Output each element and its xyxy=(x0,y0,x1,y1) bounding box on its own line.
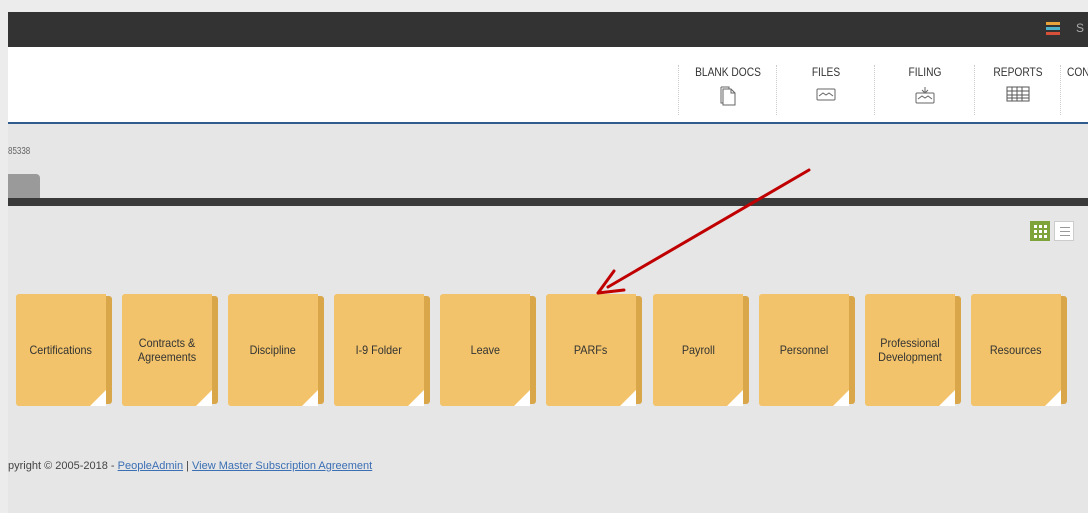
footer: pyright © 2005-2018 - PeopleAdmin | View… xyxy=(8,460,372,472)
folder-payroll[interactable]: Payroll xyxy=(653,294,749,408)
user-menu[interactable]: S xyxy=(1076,21,1084,35)
nav-label: FILING xyxy=(908,65,942,79)
nav-blank-docs[interactable]: BLANK DOCS xyxy=(678,65,777,115)
folder-label: Leave xyxy=(470,343,500,357)
folder-label: PARFs xyxy=(574,343,608,357)
nav-label: REPORTS xyxy=(993,65,1043,79)
subscription-agreement-link[interactable]: View Master Subscription Agreement xyxy=(192,460,372,472)
nav-label: FILES xyxy=(811,65,841,79)
nav-reports[interactable]: REPORTS xyxy=(974,65,1061,115)
folder-label: Payroll xyxy=(681,343,715,357)
content-area: 85338 Certifications Contracts & Agreeme… xyxy=(8,124,1088,513)
divider xyxy=(8,198,1088,206)
folder-i9[interactable]: I-9 Folder xyxy=(334,294,430,408)
nav-con[interactable]: CON xyxy=(1060,65,1088,115)
folder-label: Resources xyxy=(990,343,1042,357)
folder-discipline[interactable]: Discipline xyxy=(228,294,324,408)
nav-files[interactable]: FILES xyxy=(776,65,875,115)
copyright-text: pyright © 2005-2018 - xyxy=(8,460,118,472)
folder-resources[interactable]: Resources xyxy=(971,294,1067,408)
folder-label: Discipline xyxy=(249,343,297,357)
folder-professional-development[interactable]: Professional Development xyxy=(865,294,961,408)
top-bar: S xyxy=(8,12,1088,47)
folder-label: Personnel xyxy=(779,343,829,357)
folder-contracts-agreements[interactable]: Contracts & Agreements xyxy=(122,294,218,408)
list-view-toggle[interactable] xyxy=(1054,221,1074,241)
record-id: 85338 xyxy=(8,146,31,157)
folder-label: Certifications xyxy=(29,343,93,357)
folder-label: Professional Development xyxy=(878,336,942,364)
nav-label: BLANK DOCS xyxy=(695,65,761,79)
folder-label: Contracts & Agreements xyxy=(137,336,197,364)
hamburger-menu-icon[interactable] xyxy=(1046,22,1060,36)
tab-stub[interactable] xyxy=(8,174,40,198)
nav-label: CON xyxy=(1067,65,1088,79)
folder-certifications[interactable]: Certifications xyxy=(16,294,112,408)
document-icon xyxy=(720,86,736,106)
folder-parfs[interactable]: PARFs xyxy=(546,294,642,408)
folder-label: I-9 Folder xyxy=(355,343,403,357)
peopleadmin-link[interactable]: PeopleAdmin xyxy=(118,460,183,472)
footer-separator: | xyxy=(183,460,193,472)
filing-tray-icon xyxy=(915,87,935,104)
header: BLANK DOCS FILES FILING REPORTS CON xyxy=(8,47,1088,124)
grid-view-toggle[interactable] xyxy=(1030,221,1050,241)
table-report-icon xyxy=(1006,86,1030,102)
folder-leave[interactable]: Leave xyxy=(440,294,536,408)
nav-filing[interactable]: FILING xyxy=(874,65,975,115)
folder-personnel[interactable]: Personnel xyxy=(759,294,855,408)
inbox-icon xyxy=(816,88,836,101)
